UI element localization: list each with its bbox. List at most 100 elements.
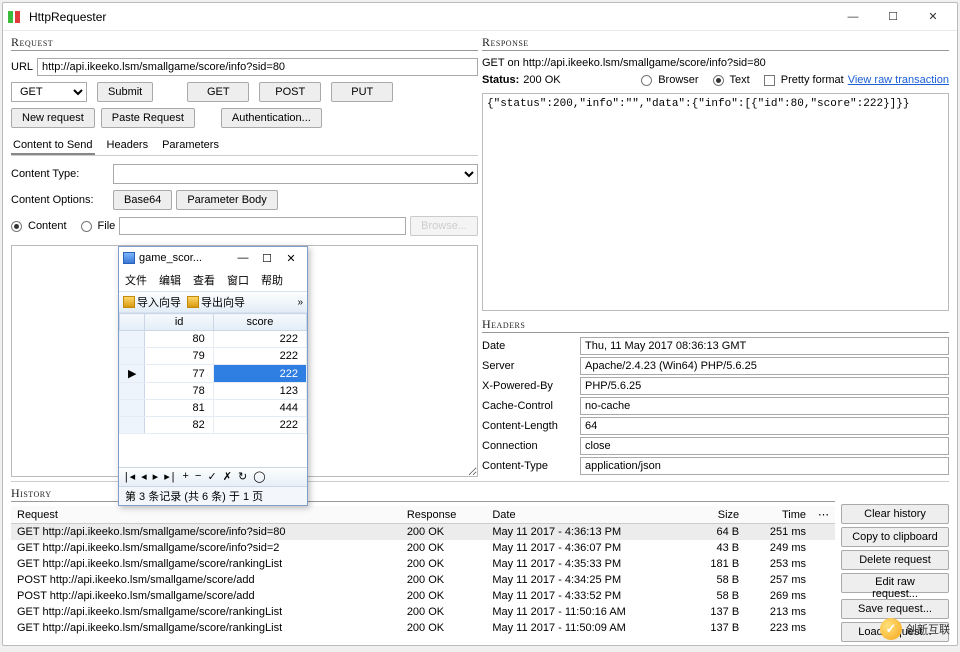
method-select[interactable]: GET (11, 82, 87, 102)
db-maximize[interactable]: ☐ (255, 252, 279, 265)
tab-parameters[interactable]: Parameters (160, 137, 221, 155)
db-viewer-window[interactable]: game_scor... — ☐ ✕ 文件编辑查看窗口帮助 导入向导 导出向导 … (118, 246, 308, 506)
maximize-button[interactable]: ☐ (873, 4, 913, 30)
history-row[interactable]: GET http://api.ikeeko.lsm/smallgame/scor… (11, 540, 835, 556)
header-value[interactable] (580, 457, 949, 475)
new-request-button[interactable]: New request (11, 108, 95, 128)
nav-refresh[interactable]: ↻ (238, 470, 247, 484)
db-row[interactable]: ▶77222 (120, 365, 307, 383)
submit-button[interactable]: Submit (97, 82, 153, 102)
authentication-button[interactable]: Authentication... (221, 108, 322, 128)
file-radio[interactable] (81, 221, 92, 232)
header-value[interactable] (580, 337, 949, 355)
content-options-label: Content Options: (11, 194, 109, 206)
header-name: Content-Length (482, 420, 574, 432)
nav-add[interactable]: + (182, 471, 189, 483)
header-name: Connection (482, 440, 574, 452)
text-radio[interactable] (713, 75, 724, 86)
nav-del[interactable]: − (195, 471, 202, 483)
history-row[interactable]: GET http://api.ikeeko.lsm/smallgame/scor… (11, 524, 835, 541)
post-button[interactable]: POST (259, 82, 321, 102)
view-raw-link[interactable]: View raw transaction (848, 74, 949, 86)
db-menu-item[interactable]: 帮助 (261, 272, 283, 288)
db-row[interactable]: 79222 (120, 348, 307, 365)
tab-headers[interactable]: Headers (105, 137, 151, 155)
col-request[interactable]: Request (11, 506, 401, 524)
header-value[interactable] (580, 357, 949, 375)
db-col-score[interactable]: score (213, 314, 306, 331)
clear-history-button[interactable]: Clear history (841, 504, 949, 524)
response-pane: Response GET on http://api.ikeeko.lsm/sm… (482, 35, 949, 477)
content-radio[interactable] (11, 221, 22, 232)
watermark-icon (880, 618, 902, 640)
base64-button[interactable]: Base64 (113, 190, 172, 210)
response-body[interactable]: {"status":200,"info":"","data":{"info":[… (482, 93, 949, 311)
save-request-button[interactable]: Save request... (841, 599, 949, 619)
minimize-button[interactable]: — (833, 4, 873, 30)
nav-next[interactable]: ▸| (164, 470, 176, 484)
header-value[interactable] (580, 397, 949, 415)
response-status-line: GET on http://api.ikeeko.lsm/smallgame/s… (482, 57, 949, 69)
db-col-id[interactable]: id (145, 314, 213, 331)
status-value: 200 OK (523, 74, 560, 86)
db-menu-item[interactable]: 编辑 (159, 272, 181, 288)
history-row[interactable]: POST http://api.ikeeko.lsm/smallgame/sco… (11, 588, 835, 604)
header-value[interactable] (580, 417, 949, 435)
col-size[interactable]: Size (689, 506, 746, 524)
nav-stop[interactable]: ◯ (253, 470, 265, 484)
export-wizard[interactable]: 导出向导 (187, 294, 245, 310)
history-row[interactable]: GET http://api.ikeeko.lsm/smallgame/scor… (11, 604, 835, 620)
pretty-label: Pretty format (781, 74, 844, 86)
browser-radio-label: Browser (658, 74, 698, 86)
history-row[interactable]: GET http://api.ikeeko.lsm/smallgame/scor… (11, 556, 835, 572)
history-row[interactable]: GET http://api.ikeeko.lsm/smallgame/scor… (11, 620, 835, 636)
db-row[interactable]: 82222 (120, 417, 307, 434)
db-window-icon (123, 252, 135, 264)
close-button[interactable]: ✕ (913, 4, 953, 30)
url-input[interactable] (37, 58, 478, 76)
toolbar-overflow-icon[interactable]: » (297, 297, 303, 308)
db-minimize[interactable]: — (231, 252, 255, 264)
col-date[interactable]: Date (486, 506, 688, 524)
browser-radio[interactable] (641, 75, 652, 86)
db-menu-item[interactable]: 窗口 (227, 272, 249, 288)
watermark-text: 创新互联 (906, 621, 950, 637)
db-menu-item[interactable]: 查看 (193, 272, 215, 288)
nav-cancel[interactable]: ✗ (223, 470, 232, 484)
nav-play[interactable]: ▸ (153, 470, 159, 484)
db-row[interactable]: 80222 (120, 331, 307, 348)
get-button[interactable]: GET (187, 82, 249, 102)
delete-request-button[interactable]: Delete request (841, 550, 949, 570)
parameter-body-button[interactable]: Parameter Body (176, 190, 277, 210)
db-row[interactable]: 78123 (120, 383, 307, 400)
db-grid[interactable]: idscore 8022279222▶77222781238144482222 (119, 313, 307, 467)
nav-first[interactable]: |◂ (123, 470, 135, 484)
col-response[interactable]: Response (401, 506, 487, 524)
edit-raw-request-button[interactable]: Edit raw request... (841, 573, 949, 593)
browse-button[interactable]: Browse... (410, 216, 478, 236)
import-wizard[interactable]: 导入向导 (123, 294, 181, 310)
tab-content-to-send[interactable]: Content to Send (11, 137, 95, 155)
history-table[interactable]: Request Response Date Size Time ⋯ GET ht… (11, 506, 835, 641)
db-menu-item[interactable]: 文件 (125, 272, 147, 288)
nav-commit[interactable]: ✓ (208, 470, 217, 484)
nav-prev[interactable]: ◂ (141, 470, 147, 484)
pretty-checkbox[interactable] (764, 75, 775, 86)
col-time[interactable]: Time (745, 506, 812, 524)
col-settings[interactable]: ⋯ (812, 506, 835, 524)
paste-request-button[interactable]: Paste Request (101, 108, 195, 128)
db-status: 第 3 条记录 (共 6 条) 于 1 页 (119, 486, 307, 505)
put-button[interactable]: PUT (331, 82, 393, 102)
import-icon (123, 296, 135, 308)
db-close[interactable]: ✕ (279, 252, 303, 265)
db-row[interactable]: 81444 (120, 400, 307, 417)
history-row[interactable]: POST http://api.ikeeko.lsm/smallgame/sco… (11, 572, 835, 588)
app-icon (7, 10, 21, 24)
content-type-select[interactable] (113, 164, 478, 184)
file-path-input[interactable] (119, 217, 406, 235)
header-value[interactable] (580, 437, 949, 455)
copy-clipboard-button[interactable]: Copy to clipboard (841, 527, 949, 547)
header-value[interactable] (580, 377, 949, 395)
watermark: 创新互联 (880, 618, 950, 640)
header-name: Date (482, 340, 574, 352)
